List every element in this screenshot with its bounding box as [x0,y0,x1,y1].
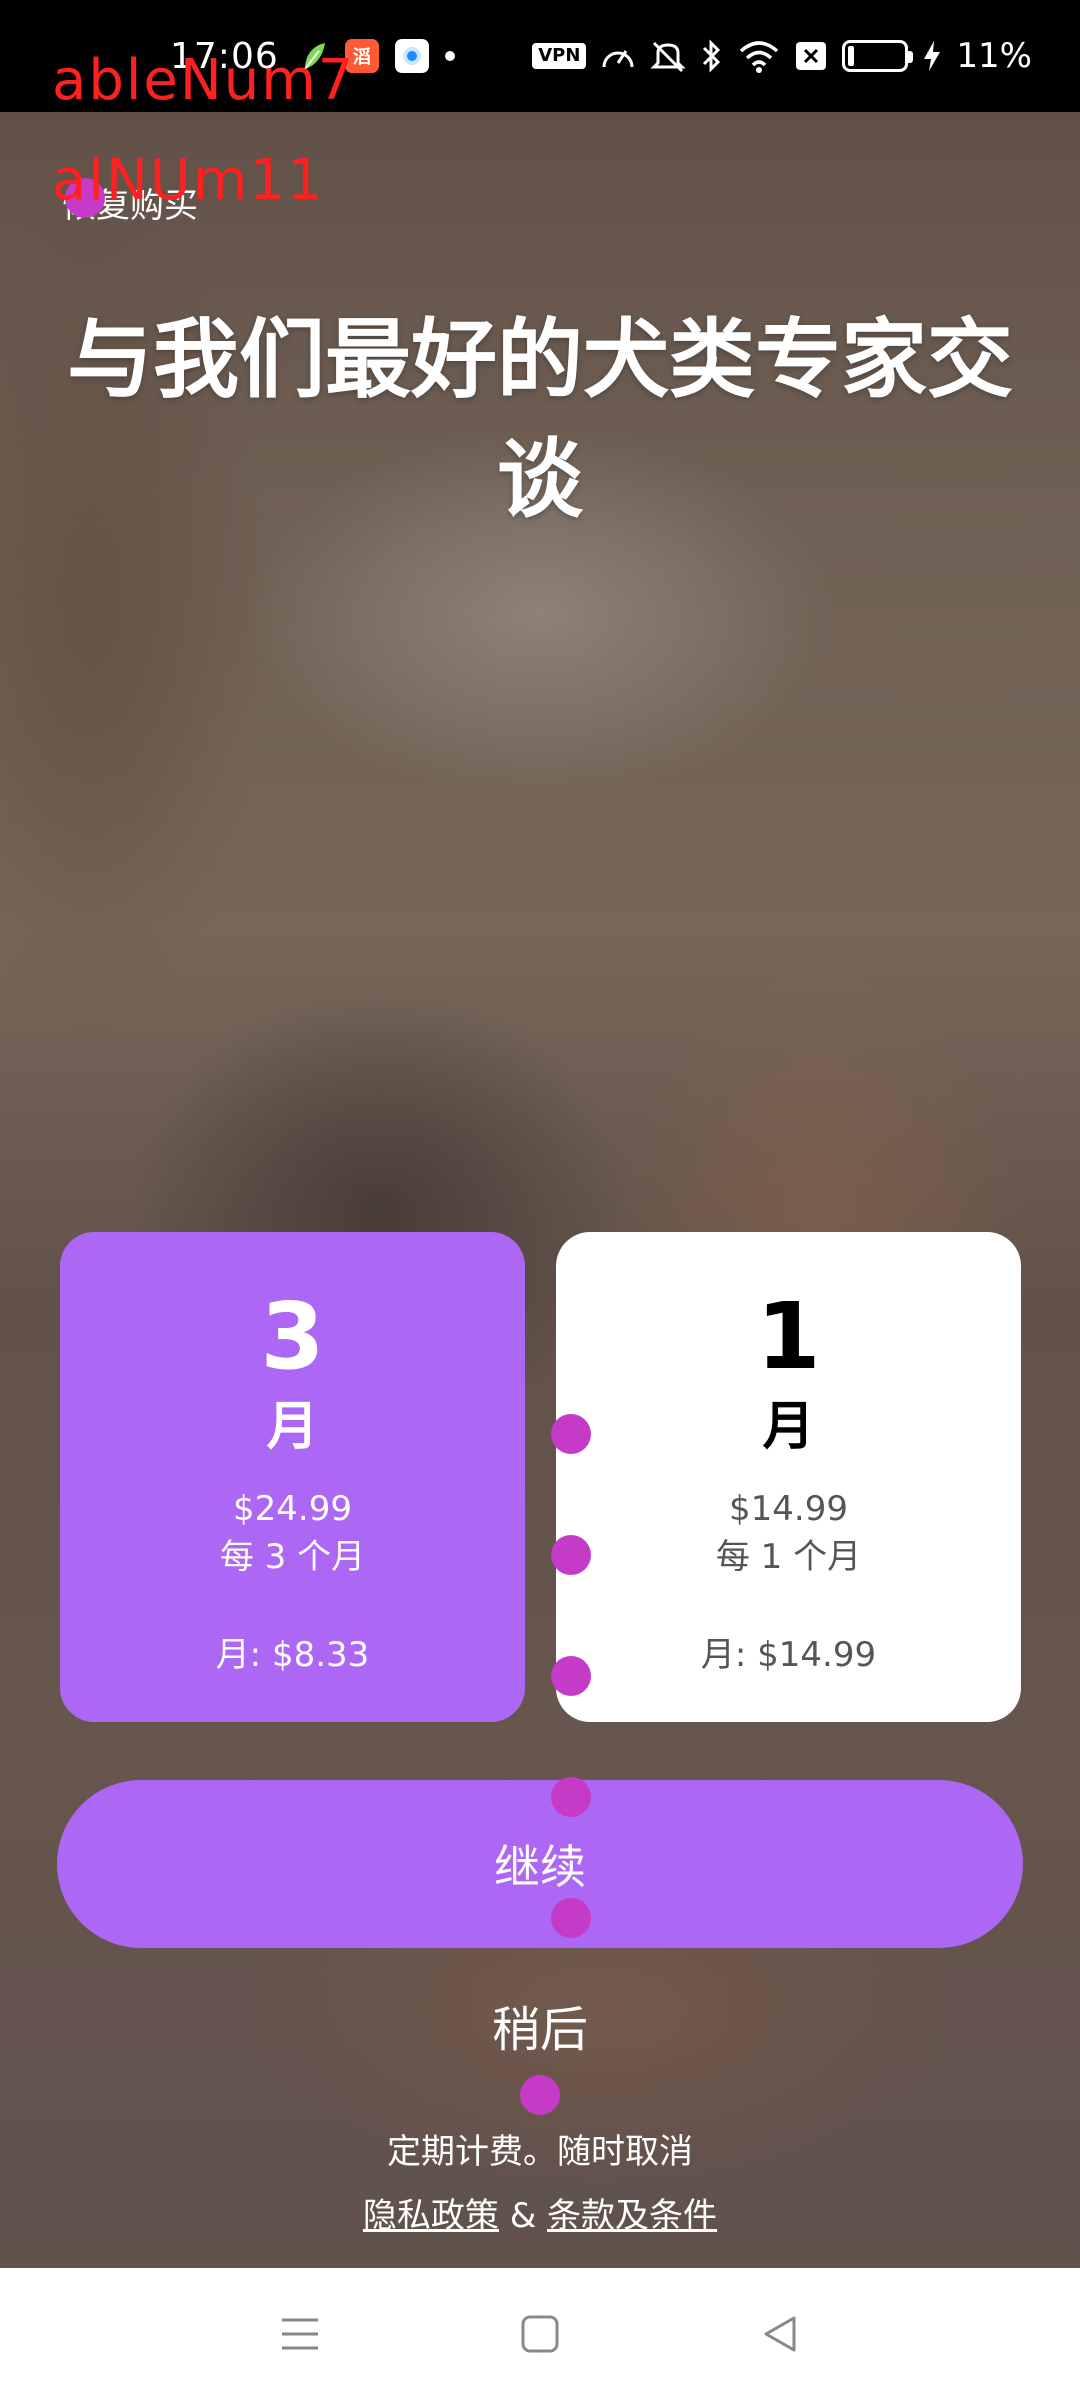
later-button[interactable]: 稍后 [0,1990,1080,2060]
billing-note: 定期计费。随时取消 [387,2132,693,2172]
plan-price: $24.99 [233,1489,352,1529]
back-triangle-icon [764,2316,796,2352]
mute-icon [650,41,687,73]
plan-card-1-month[interactable]: 1 月 $14.99 每 1 个月 月: $14.99 [556,1232,1021,1722]
browser-icon [394,39,429,73]
status-right: VPN 11% [532,36,1032,76]
plan-number: 1 [756,1283,821,1390]
plan-number: 3 [260,1283,325,1390]
charging-icon [924,41,941,71]
menu-icon [282,2318,318,2350]
navigation-bar [0,2268,1080,2400]
touch-marker [551,1535,591,1575]
legal-links: 隐私政策 & 条款及条件 [0,2188,1080,2237]
home-square-icon [521,2315,559,2353]
sim-x-icon [796,42,827,70]
battery-icon [842,40,914,72]
bluetooth-icon [703,39,721,73]
dot-icon [444,51,455,61]
plan-period: 每 3 个月 [219,1537,366,1577]
plan-period: 每 1 个月 [715,1537,862,1577]
legal-separator: & [509,2196,537,2236]
battery-percent: 11% [956,36,1032,76]
plan-price: $14.99 [729,1489,848,1529]
back-nav-button[interactable] [740,2294,820,2374]
plan-selector: 3 月 $24.99 每 3 个月 月: $8.33 1 月 $14.99 每 … [60,1232,1021,1722]
vpn-icon: VPN [532,43,587,69]
touch-marker [551,1777,591,1817]
home-nav-button[interactable] [500,2294,580,2374]
plan-unit: 月 [266,1397,319,1457]
app-badge-text: 滔 [352,47,371,68]
menu-nav-button[interactable] [260,2294,340,2374]
terms-link[interactable]: 条款及条件 [547,2196,717,2236]
touch-marker [551,1414,591,1454]
speed-icon [602,50,634,68]
plan-monthly-price: 月: $14.99 [700,1635,877,1675]
privacy-policy-link[interactable]: 隐私政策 [363,2196,499,2236]
wifi-icon [740,41,779,73]
plan-card-3-month[interactable]: 3 月 $24.99 每 3 个月 月: $8.33 [60,1232,525,1722]
plan-unit: 月 [762,1397,815,1457]
page-title: 与我们最好的犬类专家交谈 [67,310,1013,530]
touch-marker [551,1898,591,1938]
touch-marker [520,2075,560,2115]
overlay-label-top: ableNum7 [52,48,356,113]
overlay-label-second: alNUm11 [52,148,325,213]
touch-marker [551,1656,591,1696]
continue-button[interactable]: 继续 [57,1780,1023,1948]
plan-monthly-price: 月: $8.33 [215,1635,370,1675]
